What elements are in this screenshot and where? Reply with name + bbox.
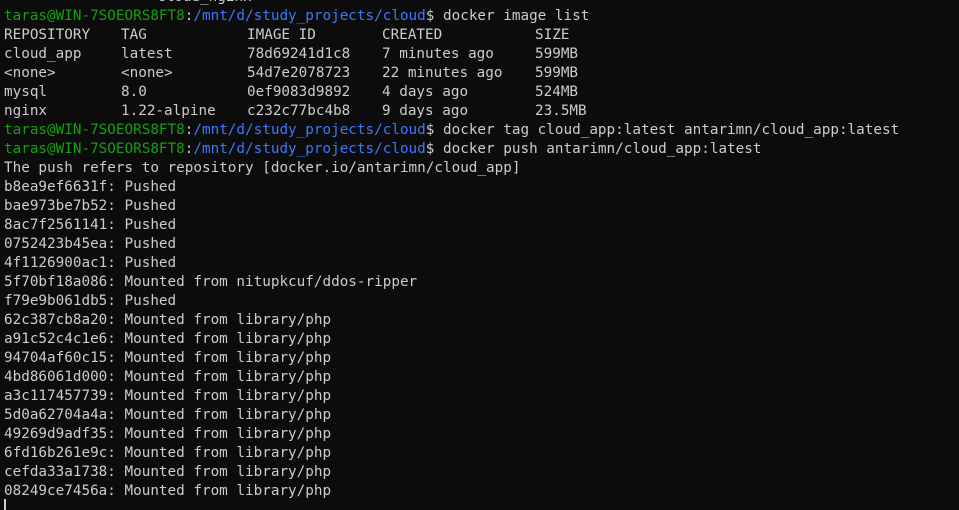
table-row: cloud_app latest 78d69241d1c8 7 minutes ago… [4,45,959,64]
prompt-symbol: $ [425,141,435,157]
prompt-symbol: $ [425,8,435,24]
cell-size: 23.5MB [535,103,587,119]
layer-status-line: bae973be7b52: Pushed [4,198,177,214]
table-row: mysql 8.0 0ef9083d9892 4 days ago 524MB [4,83,959,102]
cell-created: 4 days ago [382,84,469,100]
cell-image-id: c232c77bc4b8 [247,103,351,119]
table-row: <none> <none> 54d7e2078723 22 minutes ago 59… [4,64,959,83]
layer-status-line: 08249ce7456a: Mounted from library/php [4,483,332,499]
layer-status-line: f79e9b061db5: Pushed [4,293,177,309]
prompt-symbol: $ [425,122,435,138]
table-header: REPOSITORY TAG IMAGE ID CREATED SIZE [4,26,959,45]
layer-status-line: 6fd16b261e9c: Mounted from library/php [4,445,332,461]
header-size: SIZE [535,27,570,43]
header-image-id: IMAGE ID [247,27,316,43]
layer-status-line: 8ac7f2561141: Pushed [4,217,177,233]
cell-repository: mysql [4,84,48,100]
layer-status-line: b8ea9ef6631f: Pushed [4,179,177,195]
cell-size: 524MB [535,84,579,100]
layer-status-line: 94704af60c15: Mounted from library/php [4,350,332,366]
partial-output-line: cloud_nginx [4,0,959,7]
layer-status-line: cefda33a1738: Mounted from library/php [4,464,332,480]
prompt-line: taras@WIN-7SOEORS8FT8:/mnt/d/study_proje… [4,121,959,140]
prompt-user-host: taras@WIN-7SOEORS8FT8 [4,141,185,157]
layer-status-line: 4f1126900ac1: Pushed [4,255,177,271]
cell-image-id: 0ef9083d9892 [247,84,351,100]
prompt-path: /mnt/d/study_projects/cloud [193,141,426,157]
header-repository: REPOSITORY [4,27,91,43]
prompt-path: /mnt/d/study_projects/cloud [193,122,426,138]
cell-tag: <none> [121,65,173,81]
output-line: The push refers to repository [docker.io… [4,160,521,176]
layer-status-line: a3c117457739: Mounted from library/php [4,388,332,404]
command-text: docker push antarimn/cloud_app:latest [443,141,762,157]
cell-size: 599MB [535,65,579,81]
layer-status-line: 49269d9adf35: Mounted from library/php [4,426,332,442]
cell-tag: latest [121,46,173,62]
command-text: docker tag cloud_app:latest antarimn/clo… [443,122,900,138]
cell-size: 599MB [535,46,579,62]
cell-repository: nginx [4,103,48,119]
prompt-line: taras@WIN-7SOEORS8FT8:/mnt/d/study_proje… [4,7,959,26]
header-tag: TAG [121,27,147,43]
cell-image-id: 78d69241d1c8 [247,46,351,62]
prompt-user-host: taras@WIN-7SOEORS8FT8 [4,8,185,24]
prompt-user-host: taras@WIN-7SOEORS8FT8 [4,122,185,138]
layer-status-line: 0752423b45ea: Pushed [4,236,177,252]
cell-repository: cloud_app [4,46,82,62]
cell-created: 9 days ago [382,103,469,119]
cell-tag: 1.22-alpine [121,103,216,119]
cell-created: 22 minutes ago [382,65,503,81]
command-text: docker image list [443,8,590,24]
layer-status-line: 4bd86061d000: Mounted from library/php [4,369,332,385]
cell-image-id: 54d7e2078723 [247,65,351,81]
layer-status-line: 5f70bf18a086: Mounted from nitupkcuf/ddo… [4,274,418,290]
cell-repository: <none> [4,65,56,81]
header-created: CREATED [382,27,443,43]
layer-status-line: a91c52c4c1e6: Mounted from library/php [4,331,332,347]
cell-tag: 8.0 [121,84,147,100]
cell-created: 7 minutes ago [382,46,494,62]
prompt-path: /mnt/d/study_projects/cloud [193,8,426,24]
layer-status-line: 62c387cb8a20: Mounted from library/php [4,312,332,328]
text-cursor [4,499,6,510]
terminal-window[interactable]: cloud_nginx taras@WIN-7SOEORS8FT8:/mnt/d… [0,0,959,510]
terminal-output: cloud_nginx taras@WIN-7SOEORS8FT8:/mnt/d… [4,0,959,501]
prompt-line: taras@WIN-7SOEORS8FT8:/mnt/d/study_proje… [4,140,959,159]
layer-status-line: 5d0a62704a4a: Mounted from library/php [4,407,332,423]
table-row: nginx 1.22-alpine c232c77bc4b8 9 days ago 23… [4,102,959,121]
